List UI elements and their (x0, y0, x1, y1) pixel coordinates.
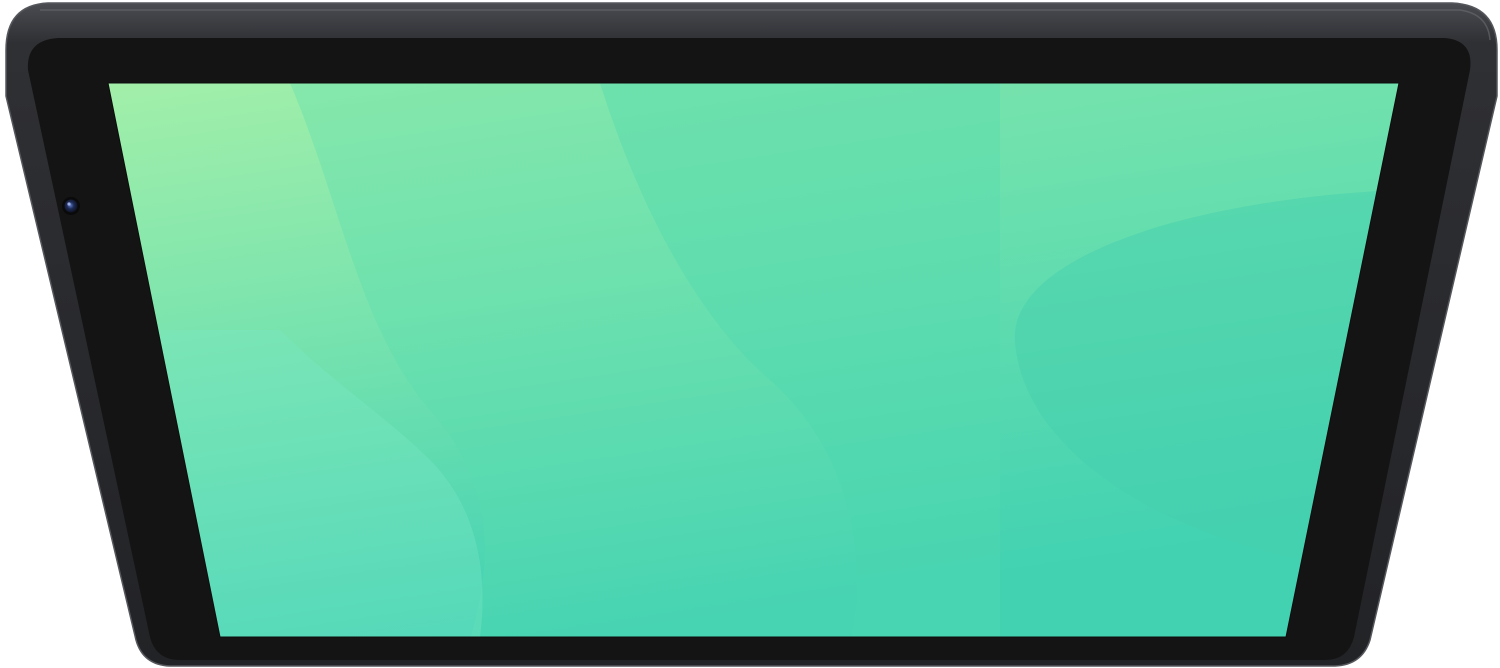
camera-lens-icon (64, 199, 78, 213)
tablet-photo (5, 2, 1498, 667)
front-camera (62, 197, 80, 215)
screen[interactable] (100, 80, 1410, 640)
